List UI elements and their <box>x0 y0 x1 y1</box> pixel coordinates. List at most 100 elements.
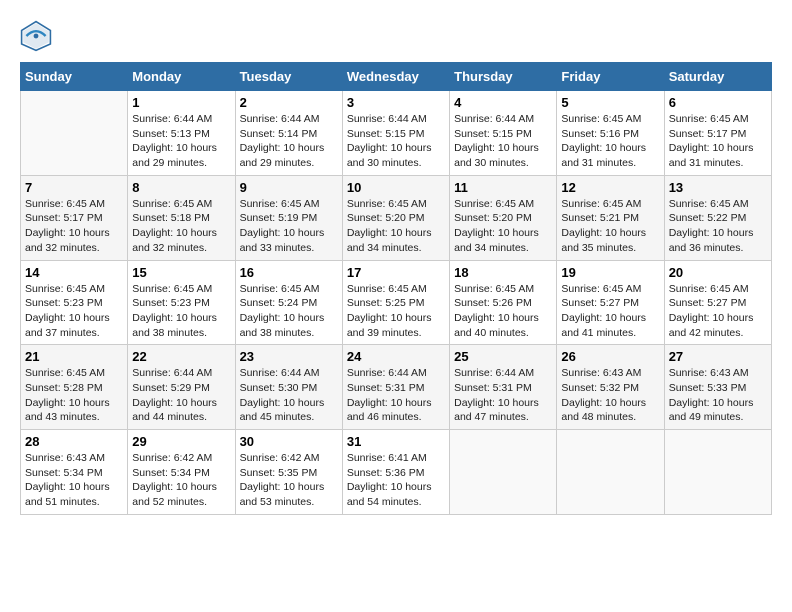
calendar-cell: 24 Sunrise: 6:44 AM Sunset: 5:31 PM Dayli… <box>342 345 449 430</box>
calendar-cell: 15 Sunrise: 6:45 AM Sunset: 5:23 PM Dayli… <box>128 260 235 345</box>
calendar-cell: 16 Sunrise: 6:45 AM Sunset: 5:24 PM Dayli… <box>235 260 342 345</box>
calendar-cell <box>21 91 128 176</box>
day-detail: Sunrise: 6:43 AM Sunset: 5:34 PM Dayligh… <box>25 451 123 510</box>
calendar-cell: 7 Sunrise: 6:45 AM Sunset: 5:17 PM Daylig… <box>21 175 128 260</box>
calendar-cell: 8 Sunrise: 6:45 AM Sunset: 5:18 PM Daylig… <box>128 175 235 260</box>
day-detail: Sunrise: 6:45 AM Sunset: 5:27 PM Dayligh… <box>561 282 659 341</box>
calendar-cell: 1Sunrise: 6:44 AM Sunset: 5:13 PM Daylig… <box>128 91 235 176</box>
calendar-cell: 3 Sunrise: 6:44 AM Sunset: 5:15 PM Daylig… <box>342 91 449 176</box>
day-number: 10 <box>347 180 445 195</box>
day-detail: Sunrise: 6:45 AM Sunset: 5:20 PM Dayligh… <box>347 197 445 256</box>
day-number: 7 <box>25 180 123 195</box>
day-detail: Sunrise: 6:45 AM Sunset: 5:18 PM Dayligh… <box>132 197 230 256</box>
day-number: 26 <box>561 349 659 364</box>
calendar-cell: 31 Sunrise: 6:41 AM Sunset: 5:36 PM Dayli… <box>342 430 449 515</box>
day-number: 28 <box>25 434 123 449</box>
day-detail: Sunrise: 6:44 AM Sunset: 5:13 PM Dayligh… <box>132 112 230 171</box>
day-detail: Sunrise: 6:45 AM Sunset: 5:17 PM Dayligh… <box>669 112 767 171</box>
calendar-cell: 25 Sunrise: 6:44 AM Sunset: 5:31 PM Dayli… <box>450 345 557 430</box>
day-number: 18 <box>454 265 552 280</box>
day-number: 16 <box>240 265 338 280</box>
calendar-cell: 20 Sunrise: 6:45 AM Sunset: 5:27 PM Dayli… <box>664 260 771 345</box>
day-detail: Sunrise: 6:45 AM Sunset: 5:27 PM Dayligh… <box>669 282 767 341</box>
day-detail: Sunrise: 6:45 AM Sunset: 5:22 PM Dayligh… <box>669 197 767 256</box>
day-detail: Sunrise: 6:44 AM Sunset: 5:31 PM Dayligh… <box>454 366 552 425</box>
day-detail: Sunrise: 6:45 AM Sunset: 5:16 PM Dayligh… <box>561 112 659 171</box>
calendar-week-row: 14 Sunrise: 6:45 AM Sunset: 5:23 PM Dayli… <box>21 260 772 345</box>
day-number: 24 <box>347 349 445 364</box>
calendar-cell: 22 Sunrise: 6:44 AM Sunset: 5:29 PM Dayli… <box>128 345 235 430</box>
weekday-header-row: SundayMondayTuesdayWednesdayThursdayFrid… <box>21 63 772 91</box>
day-number: 31 <box>347 434 445 449</box>
day-number: 2 <box>240 95 338 110</box>
calendar-cell: 9 Sunrise: 6:45 AM Sunset: 5:19 PM Daylig… <box>235 175 342 260</box>
day-number: 20 <box>669 265 767 280</box>
day-number: 22 <box>132 349 230 364</box>
day-detail: Sunrise: 6:44 AM Sunset: 5:15 PM Dayligh… <box>454 112 552 171</box>
day-number: 21 <box>25 349 123 364</box>
day-detail: Sunrise: 6:42 AM Sunset: 5:35 PM Dayligh… <box>240 451 338 510</box>
day-detail: Sunrise: 6:42 AM Sunset: 5:34 PM Dayligh… <box>132 451 230 510</box>
day-detail: Sunrise: 6:44 AM Sunset: 5:29 PM Dayligh… <box>132 366 230 425</box>
weekday-header-thursday: Thursday <box>450 63 557 91</box>
calendar-cell: 26 Sunrise: 6:43 AM Sunset: 5:32 PM Dayli… <box>557 345 664 430</box>
page-header <box>20 20 772 52</box>
day-number: 25 <box>454 349 552 364</box>
calendar-cell: 12Sunrise: 6:45 AM Sunset: 5:21 PM Dayli… <box>557 175 664 260</box>
day-detail: Sunrise: 6:45 AM Sunset: 5:20 PM Dayligh… <box>454 197 552 256</box>
calendar-week-row: 28 Sunrise: 6:43 AM Sunset: 5:34 PM Dayli… <box>21 430 772 515</box>
day-detail: Sunrise: 6:45 AM Sunset: 5:24 PM Dayligh… <box>240 282 338 341</box>
day-detail: Sunrise: 6:45 AM Sunset: 5:26 PM Dayligh… <box>454 282 552 341</box>
day-detail: Sunrise: 6:45 AM Sunset: 5:23 PM Dayligh… <box>132 282 230 341</box>
day-detail: Sunrise: 6:44 AM Sunset: 5:15 PM Dayligh… <box>347 112 445 171</box>
day-detail: Sunrise: 6:45 AM Sunset: 5:17 PM Dayligh… <box>25 197 123 256</box>
calendar-cell: 13 Sunrise: 6:45 AM Sunset: 5:22 PM Dayli… <box>664 175 771 260</box>
day-number: 13 <box>669 180 767 195</box>
day-number: 3 <box>347 95 445 110</box>
calendar-cell: 17Sunrise: 6:45 AM Sunset: 5:25 PM Dayli… <box>342 260 449 345</box>
day-detail: Sunrise: 6:45 AM Sunset: 5:21 PM Dayligh… <box>561 197 659 256</box>
day-number: 30 <box>240 434 338 449</box>
calendar-cell: 14Sunrise: 6:45 AM Sunset: 5:23 PM Dayli… <box>21 260 128 345</box>
weekday-header-wednesday: Wednesday <box>342 63 449 91</box>
calendar-cell: 5Sunrise: 6:45 AM Sunset: 5:16 PM Daylig… <box>557 91 664 176</box>
calendar-cell <box>664 430 771 515</box>
calendar-cell: 29 Sunrise: 6:42 AM Sunset: 5:34 PM Dayli… <box>128 430 235 515</box>
logo <box>20 20 56 52</box>
calendar-table: SundayMondayTuesdayWednesdayThursdayFrid… <box>20 62 772 515</box>
day-detail: Sunrise: 6:43 AM Sunset: 5:33 PM Dayligh… <box>669 366 767 425</box>
day-detail: Sunrise: 6:43 AM Sunset: 5:32 PM Dayligh… <box>561 366 659 425</box>
calendar-cell: 11Sunrise: 6:45 AM Sunset: 5:20 PM Dayli… <box>450 175 557 260</box>
day-detail: Sunrise: 6:45 AM Sunset: 5:25 PM Dayligh… <box>347 282 445 341</box>
day-number: 23 <box>240 349 338 364</box>
weekday-header-sunday: Sunday <box>21 63 128 91</box>
day-number: 27 <box>669 349 767 364</box>
calendar-cell: 18 Sunrise: 6:45 AM Sunset: 5:26 PM Dayli… <box>450 260 557 345</box>
calendar-cell: 10 Sunrise: 6:45 AM Sunset: 5:20 PM Dayli… <box>342 175 449 260</box>
day-detail: Sunrise: 6:45 AM Sunset: 5:28 PM Dayligh… <box>25 366 123 425</box>
day-number: 15 <box>132 265 230 280</box>
calendar-week-row: 1Sunrise: 6:44 AM Sunset: 5:13 PM Daylig… <box>21 91 772 176</box>
day-number: 8 <box>132 180 230 195</box>
day-number: 6 <box>669 95 767 110</box>
day-number: 14 <box>25 265 123 280</box>
calendar-week-row: 7 Sunrise: 6:45 AM Sunset: 5:17 PM Daylig… <box>21 175 772 260</box>
calendar-cell: 23Sunrise: 6:44 AM Sunset: 5:30 PM Dayli… <box>235 345 342 430</box>
calendar-cell: 2 Sunrise: 6:44 AM Sunset: 5:14 PM Daylig… <box>235 91 342 176</box>
calendar-cell: 28 Sunrise: 6:43 AM Sunset: 5:34 PM Dayli… <box>21 430 128 515</box>
calendar-cell <box>557 430 664 515</box>
day-detail: Sunrise: 6:41 AM Sunset: 5:36 PM Dayligh… <box>347 451 445 510</box>
calendar-cell <box>450 430 557 515</box>
calendar-cell: 6 Sunrise: 6:45 AM Sunset: 5:17 PM Daylig… <box>664 91 771 176</box>
day-number: 19 <box>561 265 659 280</box>
calendar-cell: 21 Sunrise: 6:45 AM Sunset: 5:28 PM Dayli… <box>21 345 128 430</box>
day-number: 9 <box>240 180 338 195</box>
day-detail: Sunrise: 6:44 AM Sunset: 5:31 PM Dayligh… <box>347 366 445 425</box>
day-detail: Sunrise: 6:44 AM Sunset: 5:14 PM Dayligh… <box>240 112 338 171</box>
day-number: 4 <box>454 95 552 110</box>
calendar-cell: 30 Sunrise: 6:42 AM Sunset: 5:35 PM Dayli… <box>235 430 342 515</box>
day-detail: Sunrise: 6:45 AM Sunset: 5:19 PM Dayligh… <box>240 197 338 256</box>
day-number: 29 <box>132 434 230 449</box>
logo-icon <box>20 20 52 52</box>
weekday-header-saturday: Saturday <box>664 63 771 91</box>
